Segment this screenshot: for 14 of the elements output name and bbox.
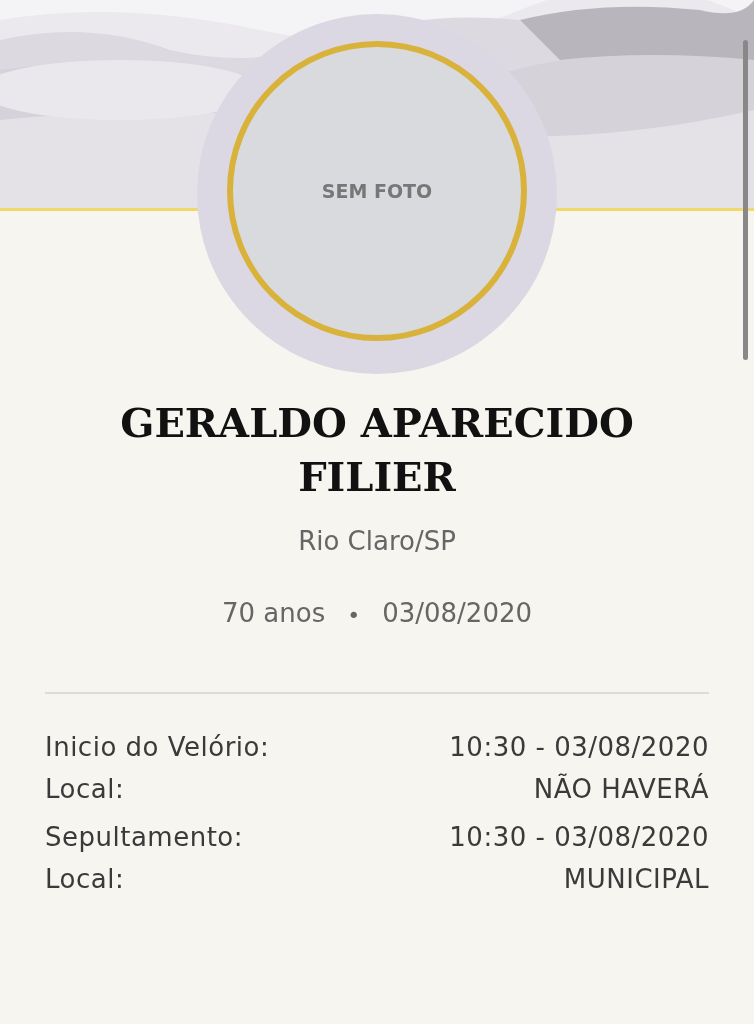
detail-value: MUNICIPAL: [563, 864, 709, 894]
date-text: 03/08/2020: [382, 598, 533, 630]
detail-value: 10:30 - 03/08/2020: [449, 732, 709, 762]
detail-label: Local:: [45, 864, 125, 894]
no-photo-text: SEM FOTO: [321, 180, 433, 202]
detail-label: Inicio do Velório:: [45, 732, 270, 762]
separator-dot: •: [347, 602, 361, 630]
detail-value: NÃO HAVERÁ: [533, 774, 709, 804]
age-text: 70 anos: [221, 598, 326, 630]
detail-label: Sepultamento:: [45, 822, 243, 852]
city-text: Rio Claro/SP: [297, 526, 457, 556]
person-name: GERALDO APARECIDO FILIER: [119, 398, 635, 502]
detail-value: 10:30 - 03/08/2020: [449, 822, 709, 852]
detail-label: Local:: [45, 774, 125, 804]
